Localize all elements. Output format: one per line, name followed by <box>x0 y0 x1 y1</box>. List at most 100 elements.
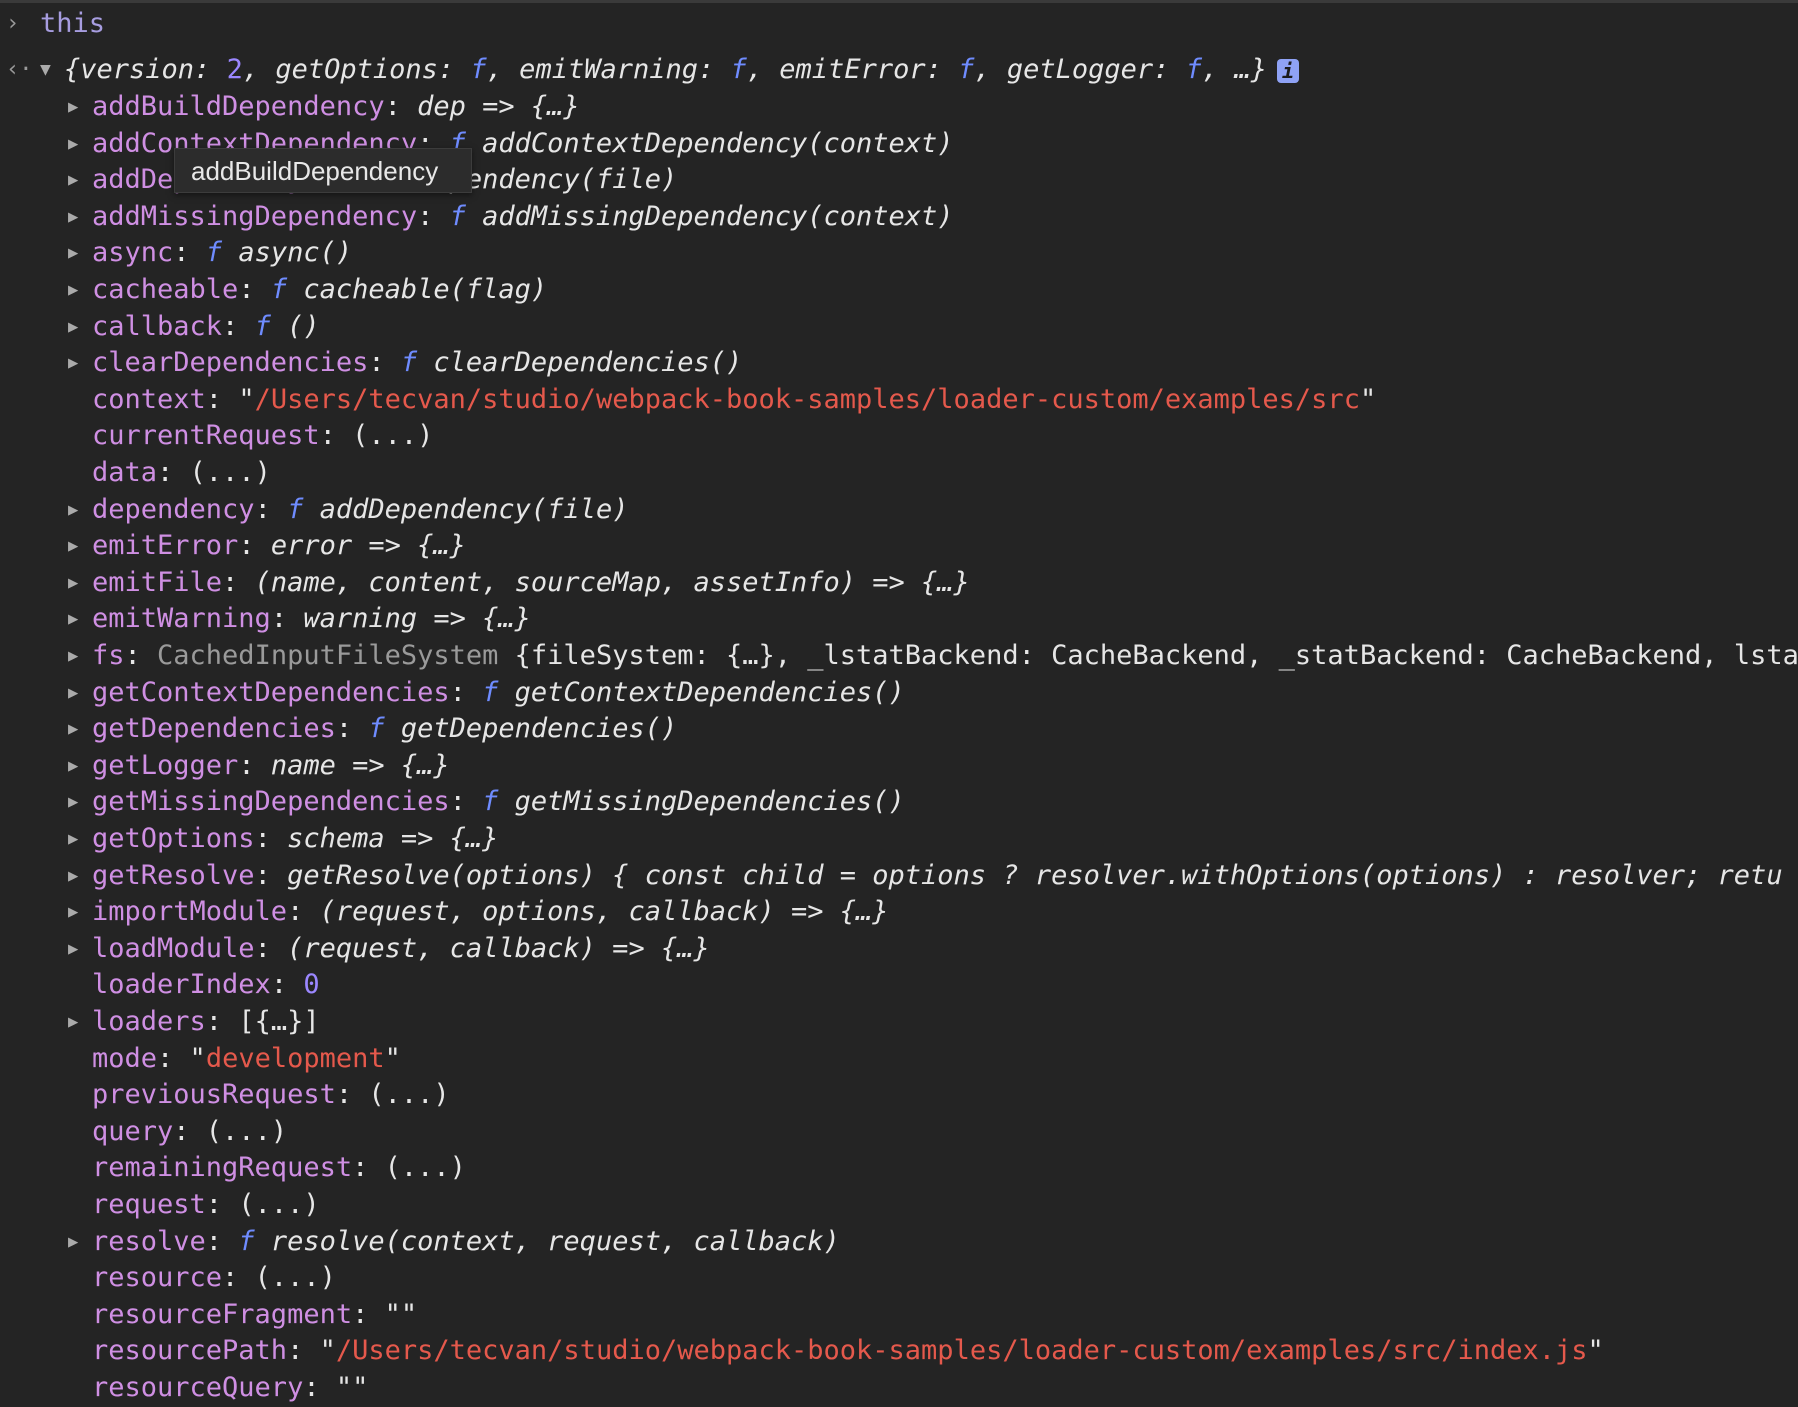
expand-triangle-icon[interactable]: ▶ <box>68 89 78 126</box>
expand-triangle-icon[interactable]: ▶ <box>68 309 78 346</box>
property-row-resourceQuery: resourceQuery: "" <box>0 1370 1798 1407</box>
value-segment: /Users/tecvan/studio/webpack-book-sample… <box>335 1335 1588 1367</box>
value-segment: addDependency(file) <box>303 493 629 525</box>
expand-triangle-icon[interactable]: ▶ <box>68 711 78 748</box>
property: mode: "development" <box>92 1041 401 1078</box>
value-segment: clearDependencies() <box>417 347 743 379</box>
value-segment: f <box>287 493 304 525</box>
property-row-emitFile[interactable]: ▶ emitFile: (name, content, sourceMap, as… <box>0 565 1798 602</box>
console-result-summary[interactable]: ‹· ▼ {version: 2, getOptions: f, emitWar… <box>0 52 1798 89</box>
console-input: this <box>40 8 106 39</box>
expand-triangle-icon[interactable]: ▶ <box>68 272 78 309</box>
expand-triangle-icon[interactable]: ▶ <box>68 162 78 199</box>
property: getDependencies: f getDependencies() <box>92 711 677 748</box>
property-row-fs[interactable]: ▶ fs: CachedInputFileSystem {fileSystem: … <box>0 638 1798 675</box>
expand-triangle-icon[interactable]: ▶ <box>68 1004 78 1041</box>
colon: : <box>205 1189 239 1220</box>
value-segment: (...) <box>254 1262 336 1294</box>
expand-triangle-icon[interactable]: ▶ <box>68 235 78 272</box>
expand-triangle-icon[interactable]: ▶ <box>68 638 78 675</box>
value-segment: /Users/tecvan/studio/webpack-book-sample… <box>254 383 1360 415</box>
property: addMissingDependency: f addMissingDepend… <box>92 199 954 236</box>
expand-triangle-icon[interactable]: ▶ <box>68 748 78 785</box>
property-row-resource: resource: (...) <box>0 1260 1798 1297</box>
property: getContextDependencies: f getContextDepe… <box>92 675 905 712</box>
info-icon[interactable]: i <box>1277 58 1299 83</box>
value-segment: , emitError: <box>746 54 959 85</box>
property-row-getOptions[interactable]: ▶ getOptions: schema => {…} <box>0 821 1798 858</box>
property-key: getMissingDependencies <box>92 786 450 818</box>
colon: : <box>222 310 255 342</box>
expand-triangle-icon[interactable]: ▶ <box>68 784 78 821</box>
property-row-addBuildDependency[interactable]: ▶ addBuildDependency: dep => {…} <box>0 89 1798 126</box>
expand-triangle-icon[interactable]: ▶ <box>68 931 78 968</box>
property-row-getResolve[interactable]: ▶ getResolve: getResolve(options) { const… <box>0 858 1798 895</box>
property-row-cacheable[interactable]: ▶ cacheable: f cacheable(flag) <box>0 272 1798 309</box>
property-row-resolve[interactable]: ▶ resolve: f resolve(context, request, ca… <box>0 1224 1798 1261</box>
value-segment: 2 <box>226 54 243 85</box>
expand-triangle-icon[interactable]: ▶ <box>68 528 78 565</box>
colon: : <box>205 1225 239 1257</box>
colon: : <box>238 530 271 562</box>
console-input-line: › this <box>0 6 1798 43</box>
expand-triangle-icon[interactable]: ▶ <box>68 199 78 236</box>
property: resourceQuery: "" <box>92 1370 368 1407</box>
expand-triangle-icon[interactable]: ▶ <box>68 894 78 931</box>
property: emitError: error => {…} <box>92 528 466 565</box>
expand-triangle-icon[interactable]: ▶ <box>68 1224 78 1261</box>
colon: : <box>157 457 190 488</box>
property-row-dependency[interactable]: ▶ dependency: f addDependency(file) <box>0 492 1798 529</box>
value-segment: schema => {…} <box>287 823 499 854</box>
value-segment: dep => {…} <box>417 91 580 122</box>
property-key: getDependencies <box>92 713 336 745</box>
expand-triangle-icon[interactable]: ▶ <box>68 345 78 382</box>
expand-triangle-icon[interactable]: ▶ <box>68 126 78 163</box>
expand-triangle-icon[interactable]: ▶ <box>68 821 78 858</box>
property-row-addMissingDependency[interactable]: ▶ addMissingDependency: f addMissingDepen… <box>0 199 1798 236</box>
value-segment: " <box>384 1042 401 1074</box>
value-segment: f <box>400 347 418 379</box>
property-row-loadModule[interactable]: ▶ loadModule: (request, callback) => {…} <box>0 931 1798 968</box>
value-segment: f <box>449 200 466 232</box>
property-row-clearDependencies[interactable]: ▶ clearDependencies: f clearDependencies(… <box>0 345 1798 382</box>
property-row-context: context: "/Users/tecvan/studio/webpack-b… <box>0 382 1798 419</box>
expand-triangle-icon[interactable]: ▶ <box>68 675 78 712</box>
property-row-getContextDependencies[interactable]: ▶ getContextDependencies: f getContextDep… <box>0 675 1798 712</box>
property-row-getMissingDependencies[interactable]: ▶ getMissingDependencies: f getMissingDep… <box>0 784 1798 821</box>
property-row-emitError[interactable]: ▶ emitError: error => {…} <box>0 528 1798 565</box>
expand-triangle-icon[interactable]: ▶ <box>68 858 78 895</box>
value-segment: f <box>1185 54 1202 85</box>
property-row-importModule[interactable]: ▶ importModule: (request, options, callba… <box>0 894 1798 931</box>
colon: : <box>303 1372 336 1403</box>
value-segment: , getLogger: <box>974 54 1186 85</box>
value-segment: addContextDependency(context) <box>465 127 954 159</box>
property-key: emitFile <box>92 566 223 598</box>
property-row-async[interactable]: ▶ async: f async() <box>0 235 1798 272</box>
expand-triangle-icon[interactable]: ▶ <box>68 565 78 602</box>
property-row-callback[interactable]: ▶ callback: f () <box>0 309 1798 346</box>
property-row-loaderIndex: loaderIndex: 0 <box>0 967 1798 1004</box>
property: dependency: f addDependency(file) <box>92 492 628 529</box>
property-row-loaders[interactable]: ▶ loaders: [{…}] <box>0 1004 1798 1041</box>
property: remainingRequest: (...) <box>92 1150 466 1187</box>
property: query: (...) <box>92 1114 287 1151</box>
expand-triangle-icon[interactable]: ▶ <box>68 492 78 529</box>
property-key: async <box>92 237 174 269</box>
property-key: emitError <box>92 530 239 562</box>
property-key: addBuildDependency <box>92 91 385 122</box>
value-segment: f <box>482 786 499 818</box>
property-row-getLogger[interactable]: ▶ getLogger: name => {…} <box>0 748 1798 785</box>
property-key: loaderIndex <box>92 969 271 1001</box>
value-segment: [{…}] <box>238 1006 320 1037</box>
value-segment: addMissingDependency(context) <box>465 200 954 232</box>
value-segment: " <box>189 1042 206 1074</box>
expand-triangle-down-icon[interactable]: ▼ <box>40 52 51 89</box>
expand-triangle-icon[interactable]: ▶ <box>68 601 78 638</box>
property-row-getDependencies[interactable]: ▶ getDependencies: f getDependencies() <box>0 711 1798 748</box>
property-row-emitWarning[interactable]: ▶ emitWarning: warning => {…} <box>0 601 1798 638</box>
property-key: request <box>92 1189 206 1220</box>
property-key: getLogger <box>92 749 239 781</box>
property-row-query: query: (...) <box>0 1114 1798 1151</box>
value-segment: (...) <box>368 1079 450 1111</box>
colon: : <box>173 237 206 269</box>
